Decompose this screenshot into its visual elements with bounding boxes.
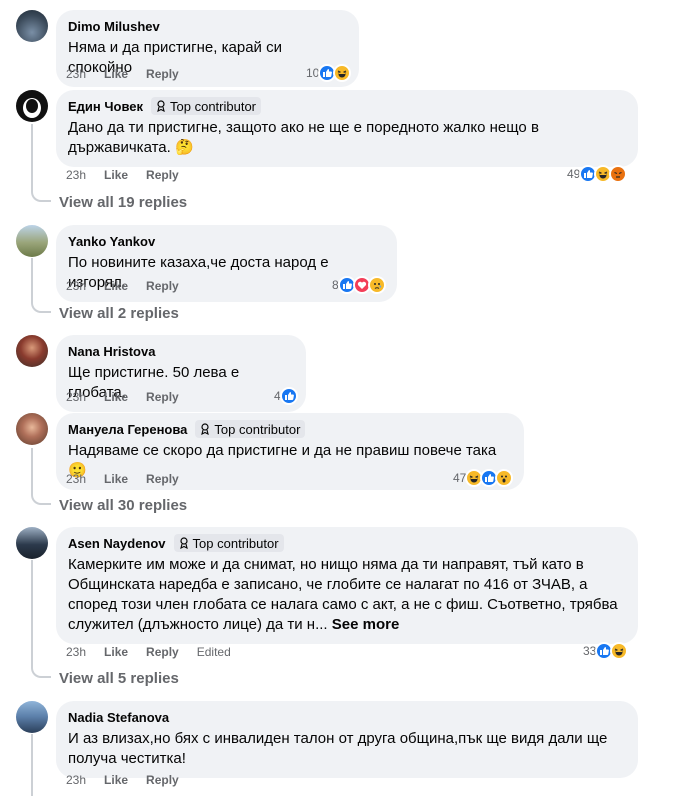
badge-label: Top contributor (214, 421, 301, 437)
thread-hook (31, 493, 51, 505)
thread-line (31, 124, 33, 190)
comment-actions: 23h Like Reply (66, 471, 179, 487)
like-button[interactable]: Like (104, 472, 128, 486)
avatar[interactable] (16, 90, 48, 122)
reply-button[interactable]: Reply (146, 773, 179, 787)
like-button[interactable]: Like (104, 67, 128, 81)
comment-bubble: Един Човек Top contributor Дано да ти пр… (56, 90, 638, 167)
comment-author[interactable]: Nadia Stefanova (68, 710, 169, 725)
avatar[interactable] (16, 527, 48, 559)
reply-button[interactable]: Reply (146, 645, 179, 659)
comment-author[interactable]: Asen Naydenov (68, 536, 166, 551)
like-button[interactable]: Like (104, 773, 128, 787)
comment-actions: 23h Like Reply (66, 167, 179, 183)
avatar[interactable] (16, 10, 48, 42)
like-icon (279, 387, 298, 405)
comment-author[interactable]: Nana Hristova (68, 344, 155, 359)
top-contributor-badge: Top contributor (195, 420, 306, 438)
badge-label: Top contributor (192, 535, 279, 551)
wow-icon (495, 469, 514, 487)
reactions-count: 49 (567, 167, 581, 181)
like-button[interactable]: Like (104, 390, 128, 404)
haha-icon (333, 64, 352, 82)
badge-icon (157, 100, 165, 112)
haha-icon (610, 642, 629, 660)
reactions-summary[interactable]: 49 (567, 164, 628, 184)
comment-timestamp[interactable]: 23h (66, 279, 86, 293)
reactions-summary[interactable]: 10 (306, 63, 352, 83)
reply-button[interactable]: Reply (146, 279, 179, 293)
view-replies-link[interactable]: View all 5 replies (59, 670, 179, 687)
comment-actions: 23h Like Reply (66, 389, 179, 405)
reactions-count: 10 (306, 66, 320, 80)
reactions-count: 47 (453, 471, 467, 485)
avatar[interactable] (16, 225, 48, 257)
thread-hook (31, 301, 51, 313)
angry-icon (609, 165, 628, 183)
see-more-link[interactable]: See more (332, 616, 400, 633)
reactions-summary[interactable]: 4 (274, 386, 298, 406)
comment-timestamp[interactable]: 23h (66, 67, 86, 81)
reply-button[interactable]: Reply (146, 67, 179, 81)
comment-timestamp[interactable]: 23h (66, 168, 86, 182)
comment-text: И аз влизах,но бях с инвалиден талон от … (68, 730, 608, 767)
like-button[interactable]: Like (104, 168, 128, 182)
avatar[interactable] (16, 335, 48, 367)
reactions-count: 33 (583, 644, 597, 658)
reply-button[interactable]: Reply (146, 472, 179, 486)
comment-timestamp[interactable]: 23h (66, 645, 86, 659)
avatar[interactable] (16, 413, 48, 445)
comment-actions: 23h Like Reply Edited (66, 644, 231, 660)
comment-bubble: Nadia Stefanova И аз влизах,но бях с инв… (56, 701, 638, 778)
comment-text: Дано да ти пристигне, защото ако не ще е… (68, 119, 539, 156)
comment-author[interactable]: Yanko Yankov (68, 234, 155, 249)
thread-line (31, 560, 33, 666)
reactions-summary[interactable]: 47 (453, 468, 514, 488)
view-replies-link[interactable]: View all 19 replies (59, 194, 187, 211)
comment-timestamp[interactable]: 23h (66, 472, 86, 486)
sad-icon (367, 276, 386, 294)
reactions-summary[interactable]: 8 (332, 275, 386, 295)
thread-hook (31, 666, 51, 678)
badge-icon (201, 423, 210, 435)
edited-label[interactable]: Edited (197, 645, 231, 659)
like-button[interactable]: Like (104, 645, 128, 659)
avatar[interactable] (16, 701, 48, 733)
reply-button[interactable]: Reply (146, 168, 179, 182)
view-replies-link[interactable]: View all 2 replies (59, 305, 179, 322)
comment-author[interactable]: Dimo Milushev (68, 19, 160, 34)
comment-actions: 23h Like Reply (66, 278, 179, 294)
comment-author[interactable]: Един Човек (68, 99, 143, 114)
comment-timestamp[interactable]: 23h (66, 390, 86, 404)
comment-author[interactable]: Мануела Геренова (68, 422, 187, 437)
comment-timestamp[interactable]: 23h (66, 773, 86, 787)
top-contributor-badge: Top contributor (173, 534, 284, 552)
badge-label: Top contributor (170, 98, 257, 114)
reply-button[interactable]: Reply (146, 390, 179, 404)
comment-actions: 23h Like Reply (66, 772, 179, 788)
thread-line (31, 734, 33, 796)
view-replies-link[interactable]: View all 30 replies (59, 497, 187, 514)
reactions-summary[interactable]: 33 (583, 641, 629, 661)
like-button[interactable]: Like (104, 279, 128, 293)
thread-line (31, 258, 33, 301)
comment-actions: 23h Like Reply (66, 66, 179, 82)
comment-bubble: Asen Naydenov Top contributor Камерките … (56, 527, 638, 644)
comment-text: Камерките им може и да снимат, но нищо н… (68, 555, 626, 635)
thread-line (31, 448, 33, 493)
badge-icon (179, 537, 188, 549)
top-contributor-badge: Top contributor (151, 97, 262, 115)
thread-hook (31, 190, 51, 202)
